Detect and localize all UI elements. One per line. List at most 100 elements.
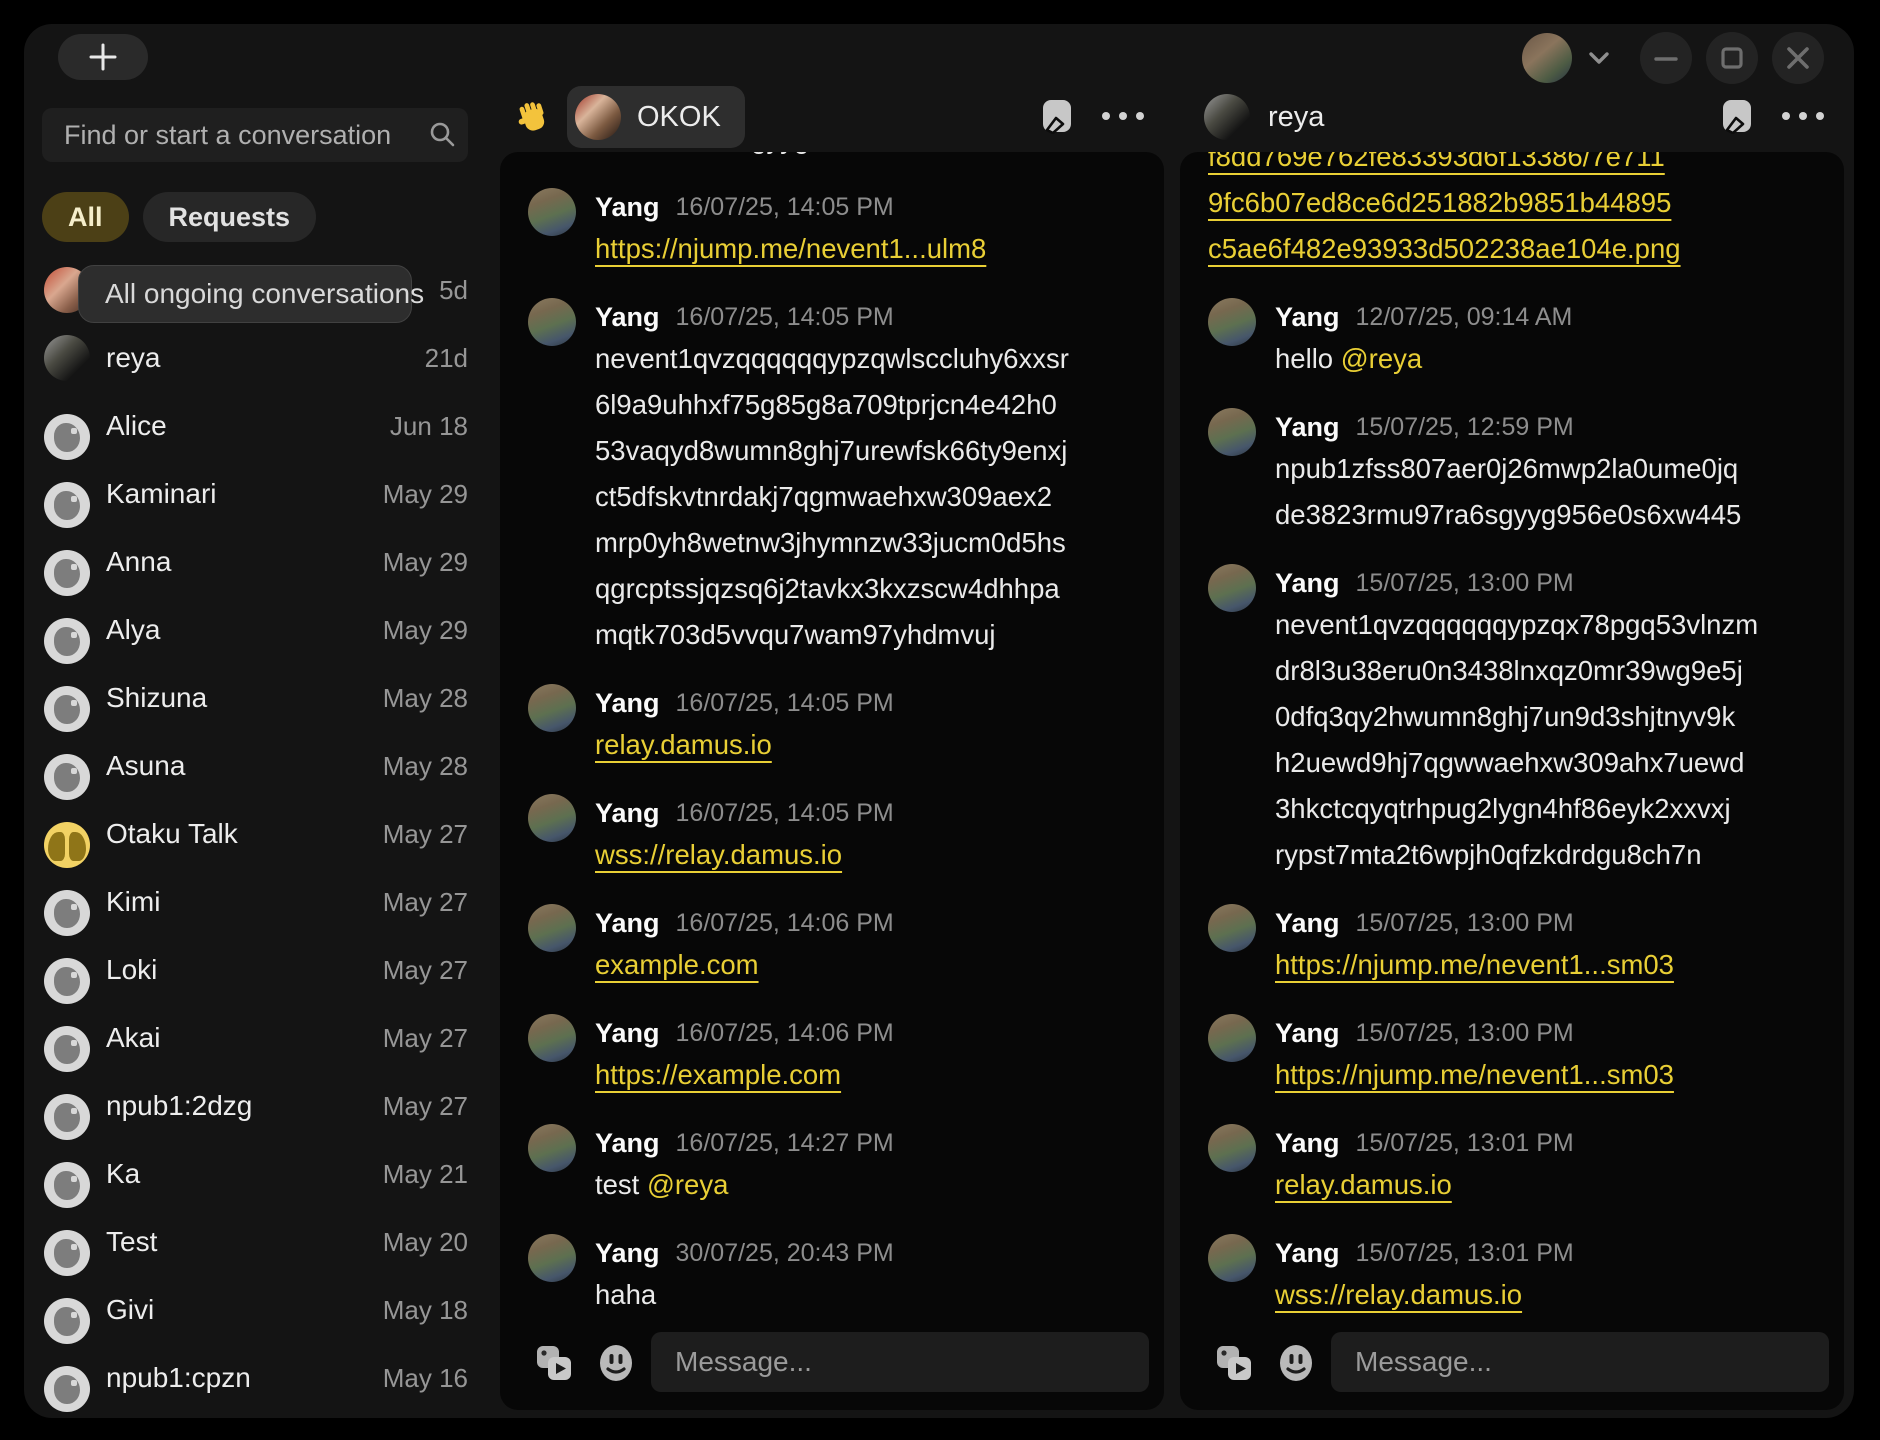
message-link[interactable]: wss://relay.damus.io — [595, 839, 842, 870]
more-options-icon[interactable] — [1100, 110, 1146, 122]
message-link[interactable]: wss://relay.damus.io — [1275, 1279, 1522, 1310]
more-options-icon[interactable] — [1780, 110, 1826, 122]
peer-avatar[interactable] — [1204, 94, 1250, 140]
message-input[interactable] — [651, 1332, 1149, 1392]
message-sender-avatar[interactable] — [1208, 564, 1256, 612]
conversation-name: Asuna — [106, 732, 185, 800]
emoji-picker-icon[interactable] — [595, 1342, 637, 1389]
message-link[interactable]: example.com — [595, 949, 759, 980]
conversation-avatar — [44, 335, 90, 381]
message-timestamp: 15/07/25, 13:01 PM — [1356, 1129, 1574, 1158]
message-sender: Yang — [1275, 1018, 1340, 1049]
tab-requests[interactable]: Requests — [143, 192, 317, 242]
close-button[interactable] — [1772, 32, 1824, 84]
tab-all[interactable]: All — [42, 192, 129, 242]
conversation-row[interactable]: AnnaMay 29 — [42, 528, 468, 596]
conversation-row[interactable]: KimiMay 27 — [42, 868, 468, 936]
mention[interactable]: @reya — [1341, 343, 1422, 374]
emoji-picker-icon[interactable] — [1275, 1342, 1317, 1389]
conversation-avatar — [44, 1094, 90, 1140]
conversation-row[interactable]: TestMay 20 — [42, 1208, 468, 1276]
conversation-row[interactable]: reya21d — [42, 324, 468, 392]
message-timestamp: 12/07/25, 09:14 AM — [1356, 303, 1573, 332]
message-line: wss://relay.damus.io — [595, 832, 1128, 878]
conversation-row[interactable]: Otaku TalkMay 27 — [42, 800, 468, 868]
message-link[interactable]: https://example.com — [595, 1059, 841, 1090]
maximize-button[interactable] — [1706, 32, 1758, 84]
message: Yang15/07/25, 12:59 PMnpub1zfss807aer0j2… — [1208, 408, 1808, 538]
conversation-row[interactable]: AsunaMay 28 — [42, 732, 468, 800]
message-sender-avatar[interactable] — [1208, 1014, 1256, 1062]
chat-peer-chip[interactable]: OKOK — [567, 86, 745, 148]
note-icon[interactable] — [1040, 98, 1074, 134]
conversation-date: 5d — [439, 256, 468, 324]
message-line: https://njump.me/nevent1...sm03 — [1275, 942, 1808, 988]
close-icon — [1772, 32, 1824, 84]
conversation-avatar — [44, 686, 90, 732]
message: Yang16/07/25, 14:06 PM https://example.co… — [528, 1014, 1128, 1098]
message-link[interactable]: https://njump.me/nevent1...sm03 — [1275, 1059, 1674, 1090]
conversation-row[interactable]: npub1:cpznMay 16 — [42, 1344, 468, 1412]
message-timestamp: 16/07/25, 14:05 PM — [676, 303, 894, 332]
current-user-avatar[interactable] — [1522, 33, 1572, 83]
message-line: https://example.com — [595, 1052, 1128, 1098]
message-link[interactable]: relay.damus.io — [1275, 1169, 1452, 1200]
message-sender-avatar[interactable] — [1208, 904, 1256, 952]
message-timestamp: 16/07/25, 14:05 PM — [676, 799, 894, 828]
message-sender-avatar[interactable] — [1208, 1124, 1256, 1172]
message-sender-avatar[interactable] — [1208, 298, 1256, 346]
message-sender-avatar[interactable] — [528, 794, 576, 842]
media-picker-icon[interactable] — [533, 1342, 575, 1389]
message-sender: Yang — [595, 1018, 660, 1049]
message-input[interactable] — [1331, 1332, 1829, 1392]
message-text: 0dfq3qy2hwumn8ghj7un9d3shjtnyv9k — [1275, 701, 1735, 732]
message-link[interactable]: https://njump.me/nevent1...sm03 — [1275, 949, 1674, 980]
message: de3823rmu97ra6sgyyg956e0s6xw445 — [528, 152, 1128, 162]
message-sender-avatar[interactable] — [1208, 408, 1256, 456]
conversation-list: 5dreya21dAliceJun 18KaminariMay 29AnnaMa… — [42, 256, 468, 1412]
message-link[interactable]: c5ae6f482e93933d502238ae104e.png — [1208, 233, 1681, 264]
conversation-row[interactable]: AliceJun 18 — [42, 392, 468, 460]
message: Yang15/07/25, 13:01 PMwss://relay.damus.… — [1208, 1234, 1808, 1318]
message-sender-avatar[interactable] — [528, 1234, 576, 1282]
minimize-button[interactable] — [1640, 32, 1692, 84]
message-sender-avatar[interactable] — [528, 298, 576, 346]
conversation-row[interactable]: AkaiMay 27 — [42, 1004, 468, 1072]
conversation-row[interactable]: KaMay 21 — [42, 1140, 468, 1208]
note-icon[interactable] — [1720, 98, 1754, 134]
message-sender-avatar[interactable] — [528, 1124, 576, 1172]
conversation-date: May 27 — [383, 1004, 468, 1072]
message-sender-avatar[interactable] — [528, 684, 576, 732]
message-link[interactable]: f8dd769e762fe83393d6f13386/7e711 — [1208, 152, 1665, 172]
search-input[interactable] — [42, 120, 428, 151]
message-header: Yang16/07/25, 14:06 PM — [595, 1014, 1128, 1052]
conversation-row[interactable]: AlyaMay 29 — [42, 596, 468, 664]
conversation-row[interactable]: KaminariMay 29 — [42, 460, 468, 528]
message-link[interactable]: relay.damus.io — [595, 729, 772, 760]
conversation-avatar — [44, 414, 90, 460]
conversation-avatar — [44, 822, 90, 868]
mention[interactable]: @reya — [647, 1169, 728, 1200]
message-link[interactable]: 9fc6b07ed8ce6d251882b9851b44895 — [1208, 187, 1671, 218]
message-line: nevent1qvzqqqqqqypzqwlsccluhy6xxsr — [595, 336, 1128, 382]
media-picker-icon[interactable] — [1213, 1342, 1255, 1389]
message-link[interactable]: https://njump.me/nevent1...ulm8 — [595, 233, 986, 264]
conversation-date: May 28 — [383, 664, 468, 732]
message: f8dd769e762fe83393d6f13386/7e711 9fc6b07e… — [1208, 152, 1808, 272]
message-text: qgrcptssjqzsq6j2tavkx3kxzscw4dhhpa — [595, 573, 1060, 604]
conversation-row[interactable]: npub1:2dzgMay 27 — [42, 1072, 468, 1140]
message-header: Yang15/07/25, 13:00 PM — [1275, 1014, 1808, 1052]
message-sender-avatar[interactable] — [528, 904, 576, 952]
chevron-down-icon[interactable] — [1586, 49, 1612, 67]
message-sender-avatar[interactable] — [528, 188, 576, 236]
conversation-row[interactable]: ShizunaMay 28 — [42, 664, 468, 732]
message-sender-avatar[interactable] — [528, 1014, 576, 1062]
message: Yang12/07/25, 09:14 AMhello @reya — [1208, 298, 1808, 382]
chat-title: OKOK — [637, 101, 721, 134]
conversation-date: May 27 — [383, 800, 468, 868]
conversation-row[interactable]: GiviMay 18 — [42, 1276, 468, 1344]
conversation-name: Loki — [106, 936, 157, 1004]
conversation-row[interactable]: LokiMay 27 — [42, 936, 468, 1004]
message-line: de3823rmu97ra6sgyyg956e0s6xw445 — [1275, 492, 1808, 538]
message-sender-avatar[interactable] — [1208, 1234, 1256, 1282]
